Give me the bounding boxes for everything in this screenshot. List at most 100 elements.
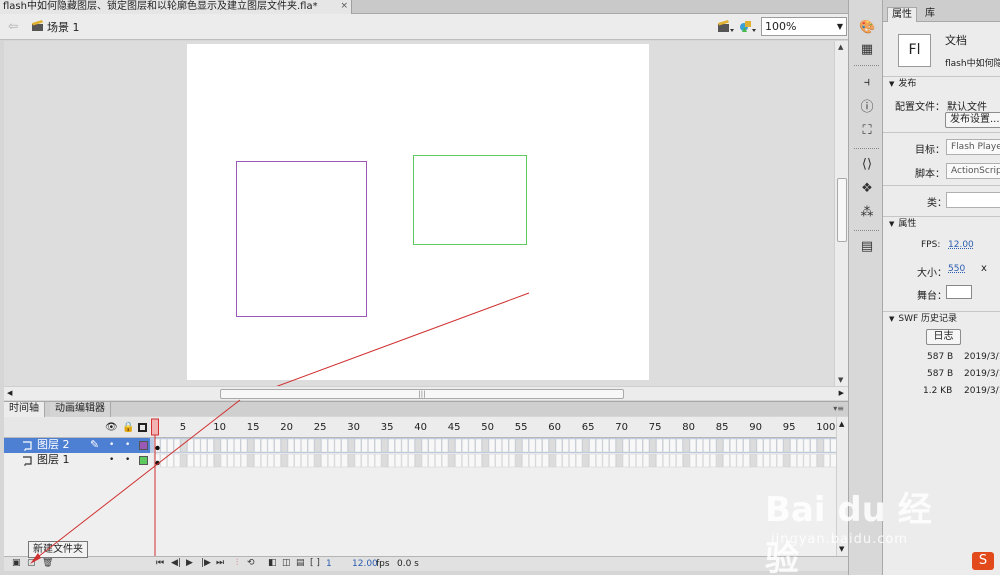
color-icon[interactable]: 🎨 bbox=[859, 20, 875, 36]
layer-row-2[interactable]: 图层 2 ✎ • • bbox=[4, 438, 150, 453]
eye-icon[interactable]: 👁 bbox=[105, 422, 118, 433]
transform-icon[interactable]: ⛶ bbox=[859, 123, 875, 139]
play-icon[interactable]: ▶ bbox=[186, 558, 193, 568]
frame-number: 95 bbox=[782, 422, 796, 433]
tab-properties[interactable]: 属性 bbox=[887, 7, 917, 22]
first-frame-icon[interactable]: ⏮ bbox=[156, 558, 164, 568]
history-size: 587 B bbox=[927, 352, 954, 362]
frame-row-1[interactable] bbox=[150, 453, 836, 468]
frame-number: 20 bbox=[280, 422, 294, 433]
width-value[interactable]: 550 bbox=[948, 264, 965, 274]
stage[interactable] bbox=[187, 44, 649, 380]
history-date: 2019/3/1 bbox=[964, 352, 1000, 362]
scroll-up-icon[interactable]: ▲ bbox=[838, 43, 843, 51]
back-arrow-icon[interactable]: ⇦ bbox=[8, 19, 18, 33]
document-type-label: 文档 bbox=[945, 34, 967, 47]
zoom-select[interactable]: 100% ▼ bbox=[761, 17, 847, 36]
target-select[interactable]: Flash Playe bbox=[946, 139, 1000, 155]
frame-number: 40 bbox=[414, 422, 428, 433]
layer-list: 图层 2 ✎ • • 图层 1 • • bbox=[4, 438, 150, 556]
frame-rate[interactable]: 12.00 bbox=[352, 559, 378, 569]
section-publish[interactable]: ▼ 发布 bbox=[883, 76, 1000, 92]
components-icon[interactable]: ❖ bbox=[859, 181, 875, 197]
new-folder-icon[interactable]: ▢ bbox=[27, 558, 36, 568]
panel-menu-icon[interactable]: ▾≡ bbox=[833, 404, 844, 413]
frame-number: 80 bbox=[682, 422, 696, 433]
log-button[interactable]: 日志 bbox=[926, 329, 961, 345]
delete-icon[interactable]: 🗑 bbox=[42, 558, 53, 568]
stage-horizontal-scrollbar[interactable]: ◀ ||| ▶ bbox=[4, 386, 848, 400]
scroll-left-icon[interactable]: ◀ bbox=[7, 389, 12, 397]
stage-color-swatch[interactable] bbox=[946, 285, 972, 299]
size-separator: x bbox=[981, 263, 987, 274]
scroll-thumb[interactable]: ||| bbox=[220, 389, 624, 399]
info-icon[interactable]: ⓘ bbox=[859, 100, 875, 116]
class-input[interactable] bbox=[946, 192, 1000, 208]
frame-grid[interactable] bbox=[150, 438, 836, 556]
scroll-up-icon[interactable]: ▲ bbox=[839, 420, 844, 428]
frame-row-2[interactable] bbox=[150, 438, 836, 453]
code-snippets-icon[interactable]: ⟨⟩ bbox=[859, 157, 875, 173]
lock-dot[interactable]: • bbox=[125, 453, 130, 467]
onion-outline-icon[interactable]: ◫ bbox=[282, 558, 291, 568]
layer-name[interactable]: 图层 1 bbox=[37, 453, 70, 467]
divider bbox=[854, 65, 879, 66]
section-properties[interactable]: ▼ 属性 bbox=[883, 216, 1000, 232]
fps-value[interactable]: 12.00 bbox=[948, 240, 974, 250]
edit-scene-icon[interactable] bbox=[716, 18, 734, 34]
layer-row-1[interactable]: 图层 1 • • bbox=[4, 453, 150, 468]
profile-value: 默认文件 bbox=[947, 102, 987, 113]
visibility-dot[interactable]: • bbox=[109, 453, 114, 467]
layer-name[interactable]: 图层 2 bbox=[37, 438, 70, 452]
tab-motion-editor[interactable]: 动画编辑器 bbox=[50, 402, 111, 417]
frame-number: 5 bbox=[179, 422, 187, 433]
disclosure-triangle-icon: ▼ bbox=[889, 80, 895, 88]
stage-color-label: 舞台： bbox=[917, 291, 947, 302]
outline-icon[interactable] bbox=[138, 423, 147, 432]
profile-label: 配置文件： bbox=[895, 102, 945, 113]
section-swf-history[interactable]: ▼ SWF 历史记录 bbox=[883, 311, 1000, 327]
scroll-right-icon[interactable]: ▶ bbox=[839, 389, 844, 397]
script-select[interactable]: ActionScrip bbox=[946, 163, 1000, 179]
align-icon[interactable]: ⫞ bbox=[859, 75, 875, 91]
frame-number: 100 bbox=[816, 422, 836, 433]
disclosure-triangle-icon: ▼ bbox=[889, 220, 895, 228]
edit-multiple-frames-icon[interactable]: ▤ bbox=[296, 558, 305, 568]
close-icon[interactable]: × bbox=[340, 0, 348, 13]
publish-settings-button[interactable]: 发布设置... bbox=[945, 112, 1000, 128]
layer-icon bbox=[23, 441, 32, 451]
center-frame-icon[interactable]: ⫶ bbox=[236, 558, 238, 568]
outline-color-swatch[interactable] bbox=[139, 441, 148, 450]
layer-header: 👁 🔒 bbox=[4, 417, 150, 438]
new-layer-icon[interactable]: ▣ bbox=[12, 558, 21, 568]
tab-timeline[interactable]: 时间轴 bbox=[4, 402, 45, 417]
scroll-thumb[interactable] bbox=[837, 178, 847, 242]
divider bbox=[854, 148, 879, 149]
stage-vertical-scrollbar[interactable]: ▲ ▼ bbox=[834, 41, 848, 386]
frame-number: 35 bbox=[380, 422, 394, 433]
loop-icon[interactable]: ⟲ bbox=[247, 558, 255, 568]
step-forward-icon[interactable]: |▶ bbox=[201, 558, 211, 568]
step-back-icon[interactable]: ◀| bbox=[171, 558, 181, 568]
scroll-down-icon[interactable]: ▼ bbox=[838, 376, 843, 384]
zoom-value: 100% bbox=[765, 20, 797, 33]
history-date: 2019/3/1 bbox=[964, 369, 1000, 379]
watermark-url: jingyan.baidu.com bbox=[771, 532, 908, 547]
frame-number: 90 bbox=[749, 422, 763, 433]
last-frame-icon[interactable]: ⏭ bbox=[216, 558, 224, 568]
modify-markers-icon[interactable]: [ ] bbox=[310, 558, 320, 568]
swatches-icon[interactable]: ▦ bbox=[859, 42, 875, 58]
tab-library[interactable]: 库 bbox=[921, 7, 939, 22]
pencil-icon: ✎ bbox=[90, 438, 100, 451]
onion-skin-icon[interactable]: ◧ bbox=[268, 558, 277, 568]
outline-color-swatch[interactable] bbox=[139, 456, 148, 465]
current-frame[interactable]: 1 bbox=[326, 559, 332, 569]
library-icon[interactable]: ▤ bbox=[859, 239, 875, 255]
motion-presets-icon[interactable]: ⁂ bbox=[859, 205, 875, 221]
lock-dot[interactable]: • bbox=[125, 438, 130, 452]
edit-symbols-icon[interactable] bbox=[738, 18, 756, 34]
visibility-dot[interactable]: • bbox=[109, 438, 114, 452]
lock-icon[interactable]: 🔒 bbox=[122, 422, 134, 433]
document-tab[interactable]: flash中如何隐藏图层、锁定图层和以轮廓色显示及建立图层文件夹.fla* × bbox=[0, 0, 352, 14]
target-label: 目标： bbox=[915, 145, 945, 156]
